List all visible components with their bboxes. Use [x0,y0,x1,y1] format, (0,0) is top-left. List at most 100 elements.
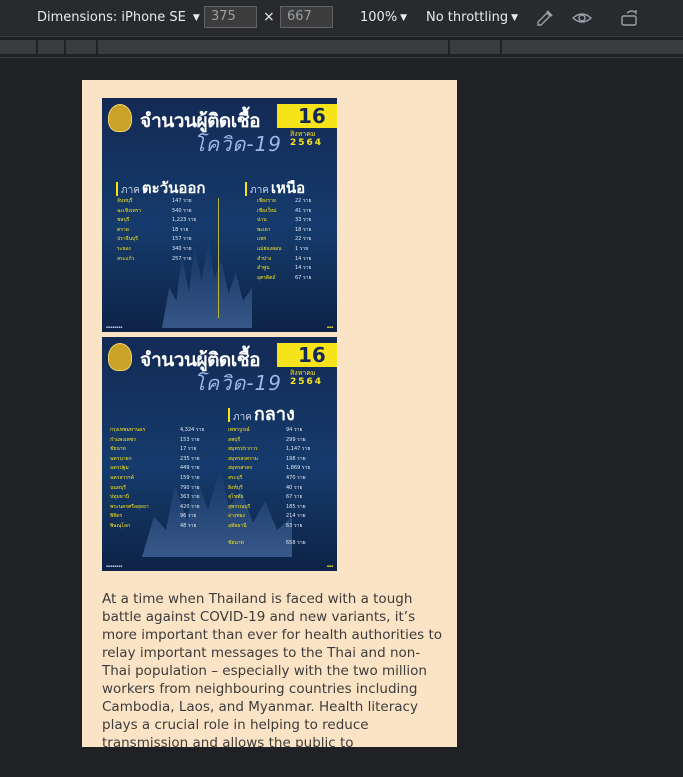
province-name: สระบุรี [228,475,243,481]
province-row: อุตรดิตถ์ 67 ราย [257,274,311,282]
device-dimensions-dropdown[interactable]: Dimensions: iPhone SE ▼ [37,10,200,25]
throttling-dropdown[interactable]: No throttling ▼ [426,10,518,25]
case-count: 14 ราย [295,255,312,262]
province-row: เพชรบูรณ์ 94 ราย [228,426,302,434]
province-name: สมุทรสาคร [228,465,253,472]
province-name: ระยอง [117,246,131,252]
case-count: 1,223 ราย [172,217,197,224]
infographic-card-central: จำนวนผู้ติดเชื้อ โควิด-19 16 สิงหาคม 256… [102,337,337,571]
case-count: 14 ราย [295,265,312,272]
province-name: สมุทรสงคราม [228,455,258,462]
case-count: 67 ราย [286,494,303,501]
province-name: ลำปาง [257,255,272,262]
device-viewport[interactable]: จำนวนผู้ติดเชื้อ โควิด-19 16 สิงหาคม 256… [82,80,457,747]
province-row: พะเยา 18 ราย [257,226,311,234]
province-row: แพร่ 22 ราย [257,235,311,243]
case-count: 420 ราย [180,503,200,510]
province-row: นครสวรรค์ 159 ราย [110,474,200,482]
province-row: แม่ฮ่องสอน 1 ราย [257,245,308,253]
province-row: เชียงใหม่ 41 ราย [257,207,311,215]
province-name: ฉะเชิงเทรา [117,207,142,214]
province-row: นนทบุรี 790 ราย [110,484,200,492]
province-name: ชัยนาท [110,446,126,453]
media-query-segment[interactable] [502,40,683,54]
province-row: พิจิตร 96 ราย [110,512,196,520]
case-count: 96 ราย [180,513,197,520]
media-query-segment[interactable] [38,40,66,54]
province-name: นครนายก [110,455,132,462]
case-count: 4,324 ราย [180,427,205,433]
province-name: เพชรบูรณ์ [228,427,250,433]
region-title-central: ภาค กลาง [228,399,295,428]
province-name: อ่างทอง [228,513,245,520]
chevron-down-icon: ▼ [511,12,518,23]
date-year: 2564 [290,377,324,387]
case-count: 48 ราย [180,523,197,529]
media-query-bar [0,36,683,58]
infographic-card-east-north: จำนวนผู้ติดเชื้อ โควิด-19 16 สิงหาคม 256… [102,98,337,332]
media-query-segment[interactable] [66,40,98,54]
province-row: ตราด 18 ราย [117,226,188,234]
ministry-seal-icon [108,104,132,132]
case-count: 40 ราย [286,484,303,491]
width-input[interactable]: 375 [204,6,257,28]
article-paragraph: At a time when Thailand is faced with a … [102,591,443,747]
province-name: กำแพงเพชร [110,436,136,443]
case-count: 157 ราย [172,236,192,243]
province-name: สุพรรณบุรี [228,503,251,510]
case-count: 257 ราย [172,255,192,262]
case-count: 22 ราย [295,236,312,243]
region-divider [218,198,219,318]
province-row: อ่างทอง 214 ราย [228,512,306,520]
province-row: สมุทรสงคราม 198 ราย [228,455,306,463]
province-name: สระแก้ว [117,255,135,262]
region-name: กลาง [253,404,295,425]
case-count: 299 ราย [286,436,306,443]
case-count: 790 ราย [180,484,200,491]
visibility-icon[interactable] [571,7,593,29]
case-count: 67 ราย [295,274,312,281]
date-day: 16 [298,104,326,128]
region-prefix: ภาค [121,185,140,196]
card-footer: ▪▪▪▪▪▪▪▪ [106,325,123,329]
province-name: พะเยา [257,226,271,233]
height-input[interactable]: 667 [280,6,333,28]
rotate-icon[interactable] [619,7,641,29]
province-name: อุตรดิตถ์ [257,274,276,281]
province-name: ปราจีนบุรี [117,236,138,243]
case-count: 1,147 ราย [286,446,311,453]
province-row: สุพรรณบุรี 185 ราย [228,503,306,511]
card-subhead: โควิด-19 [194,132,283,156]
case-count: 22 ราย [295,198,312,204]
province-row: สระแก้ว 257 ราย [117,255,192,263]
province-row: สระบุรี 470 ราย [228,474,306,482]
province-row: สมุทรปราการ 1,147 ราย [228,445,310,453]
media-query-segment[interactable] [98,40,450,54]
region-name: เหนือ [270,179,306,197]
case-count: 1,869 ราย [286,465,311,472]
province-row: นครนายก 235 ราย [110,455,200,463]
zoom-dropdown[interactable]: 100% ▼ [360,10,407,25]
region-prefix: ภาค [250,185,269,196]
province-row: น่าน 33 ราย [257,216,311,224]
province-row: ลำพูน 14 ราย [257,264,311,272]
province-name: ลพบุรี [228,436,241,443]
case-count: 363 ราย [180,494,200,501]
ministry-seal-icon [108,343,132,371]
case-count: 470 ราย [286,475,306,481]
media-query-segment[interactable] [450,40,502,54]
media-query-segment[interactable] [0,40,38,54]
province-name: ตราด [117,226,129,233]
case-count: 214 ราย [286,513,306,520]
chevron-down-icon: ▼ [192,12,200,23]
province-name: ชัยนาท [228,539,244,546]
skyline-illustration [142,467,292,557]
province-name: แพร่ [257,236,267,243]
province-name: น่าน [257,217,267,224]
province-row: ลำปาง 14 ราย [257,255,311,263]
province-name: สมุทรปราการ [228,446,258,453]
eyedropper-icon[interactable] [534,7,556,29]
case-count: 658 ราย [286,539,306,546]
case-count: 94 ราย [286,427,303,433]
province-row: พิษณุโลก 48 ราย [110,522,196,530]
